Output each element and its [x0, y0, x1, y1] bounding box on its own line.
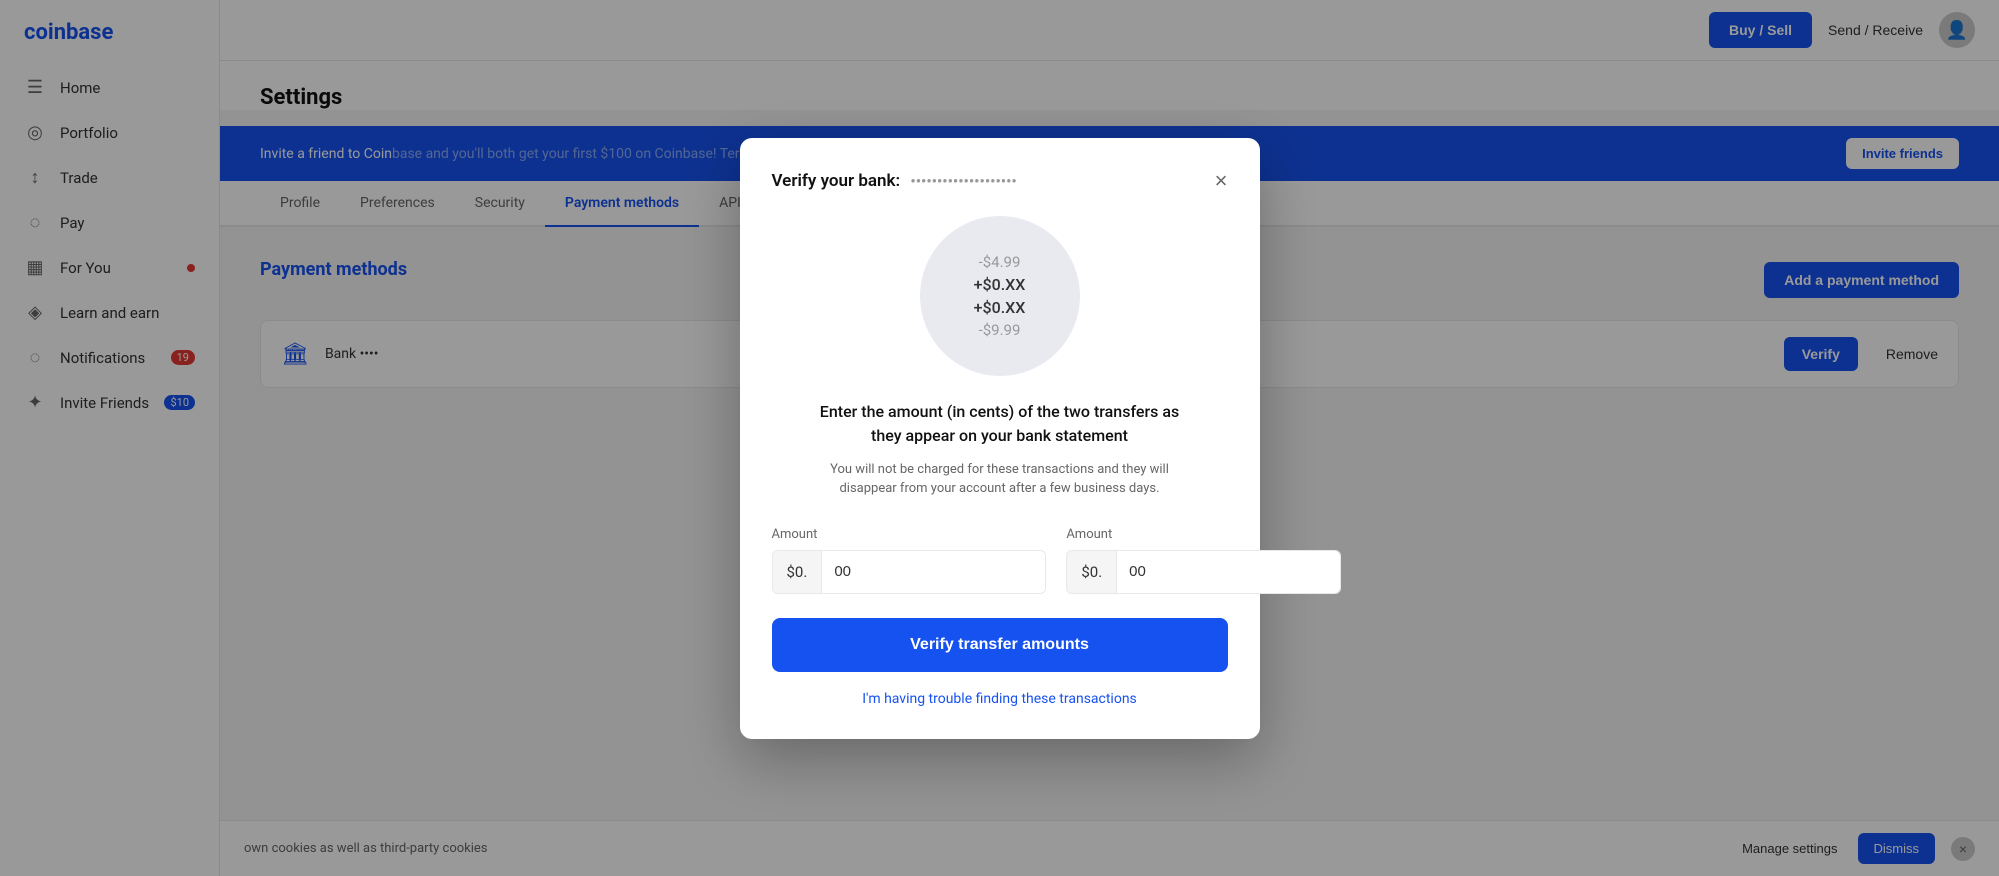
amount-input-1[interactable]: [822, 551, 1045, 593]
verify-transfer-button[interactable]: Verify transfer amounts: [772, 618, 1228, 672]
modal-close-button[interactable]: ×: [1215, 170, 1228, 192]
amount-prefix-2: $0.: [1067, 551, 1117, 593]
app-container: coinbase ☰ Home ◎ Portfolio ↕ Trade ◌ Pa…: [0, 0, 1999, 876]
verify-bank-modal: Verify your bank: •••••••••••••••••••• ×…: [740, 138, 1260, 739]
modal-subtext: You will not be charged for these transa…: [772, 460, 1228, 499]
amount-field-1: Amount $0.: [772, 527, 1047, 594]
amount-label-1: Amount: [772, 527, 1047, 542]
amount-input-2[interactable]: [1117, 551, 1340, 593]
amount-label-2: Amount: [1066, 527, 1341, 542]
amount-line-1: -$4.99: [979, 253, 1021, 271]
amount-inputs: Amount $0. Amount $0.: [772, 527, 1228, 594]
amount-prefix-1: $0.: [773, 551, 823, 593]
amount-input-group-1: $0.: [772, 550, 1047, 594]
modal-bank-masked: ••••••••••••••••••••: [910, 172, 1016, 190]
modal-title: Verify your bank: ••••••••••••••••••••: [772, 171, 1017, 191]
amount-line-2: +$0.XX: [974, 275, 1026, 294]
modal-header: Verify your bank: •••••••••••••••••••• ×: [772, 170, 1228, 192]
modal-instructions: Enter the amount (in cents) of the two t…: [772, 400, 1228, 448]
trouble-link-anchor[interactable]: I'm having trouble finding these transac…: [862, 691, 1137, 707]
amount-field-2: Amount $0.: [1066, 527, 1341, 594]
amount-line-3: +$0.XX: [974, 298, 1026, 317]
amount-line-4: -$9.99: [979, 321, 1021, 339]
trouble-link: I'm having trouble finding these transac…: [772, 688, 1228, 707]
modal-overlay[interactable]: Verify your bank: •••••••••••••••••••• ×…: [0, 0, 1999, 876]
amount-input-group-2: $0.: [1066, 550, 1341, 594]
amounts-circle: -$4.99 +$0.XX +$0.XX -$9.99: [920, 216, 1080, 376]
